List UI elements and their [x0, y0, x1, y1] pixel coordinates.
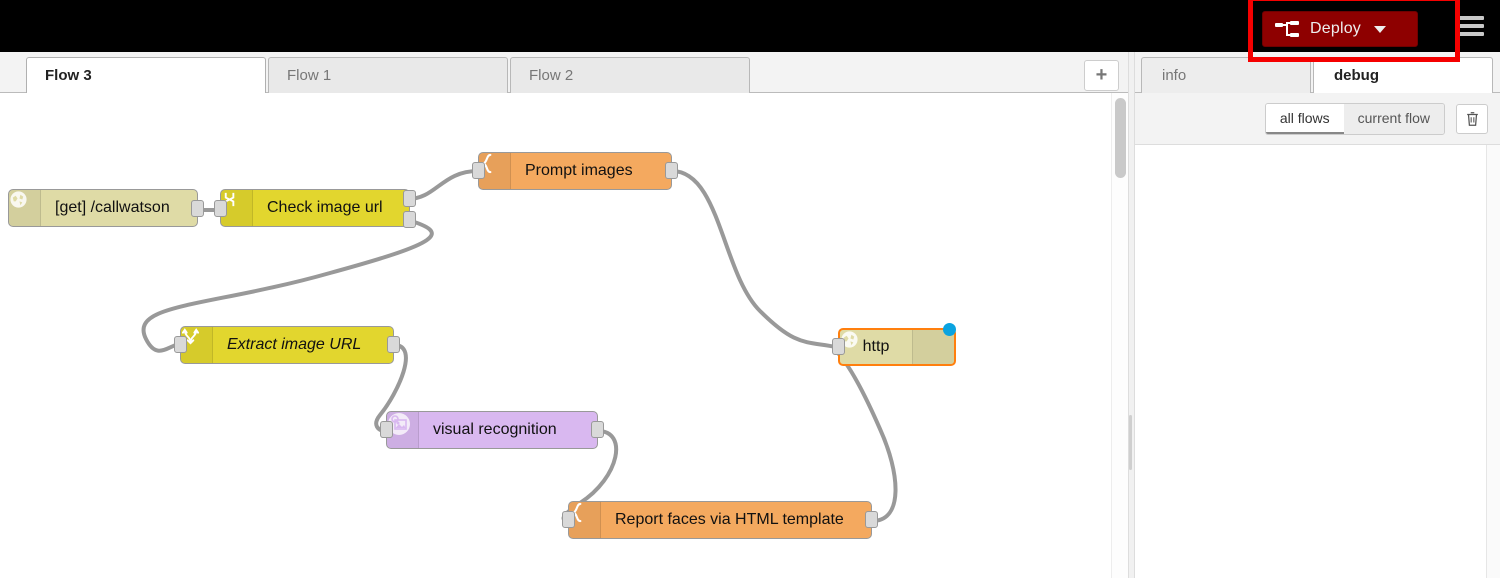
- node-change-extract-image-url[interactable]: Extract image URL: [180, 326, 394, 364]
- sidebar-tab-info[interactable]: info: [1141, 57, 1311, 93]
- node-output-port[interactable]: [591, 421, 604, 438]
- node-label: visual recognition: [433, 421, 557, 438]
- node-label: Check image url: [267, 199, 383, 216]
- node-switch-check-image-url[interactable]: Check image url: [220, 189, 410, 227]
- flow-tab-flow-1[interactable]: Flow 1: [268, 57, 508, 93]
- node-output-port[interactable]: [665, 162, 678, 179]
- node-red-editor: Deploy Flow 3 Flow 1 Flow 2 + [get] /cal…: [0, 0, 1500, 578]
- flow-canvas[interactable]: [get] /callwatson Check image url Prompt…: [0, 93, 1110, 578]
- debug-scrollbar[interactable]: [1487, 145, 1500, 578]
- node-http-response[interactable]: http: [838, 328, 956, 366]
- plus-icon: +: [1095, 64, 1108, 86]
- app-header: Deploy: [0, 0, 1500, 52]
- sidebar-tab-label: debug: [1334, 67, 1379, 84]
- node-label: [get] /callwatson: [55, 199, 170, 216]
- canvas-vertical-scrollbar[interactable]: [1111, 93, 1128, 578]
- deploy-button[interactable]: Deploy: [1262, 11, 1418, 47]
- wire-switch-to-prompt: [406, 169, 480, 201]
- clear-debug-button[interactable]: [1456, 103, 1488, 134]
- node-label: Extract image URL: [227, 336, 362, 353]
- trash-icon: [1466, 111, 1478, 126]
- deploy-button-label: Deploy: [1310, 20, 1362, 37]
- flow-tab-bar: Flow 3 Flow 1 Flow 2: [0, 52, 1130, 93]
- node-input-port[interactable]: [472, 162, 485, 179]
- node-http-in-callwatson[interactable]: [get] /callwatson: [8, 189, 198, 227]
- node-output-port[interactable]: [865, 511, 878, 528]
- node-status-dot: [943, 323, 956, 336]
- debug-message-list[interactable]: [1135, 145, 1487, 578]
- hamburger-menu-icon[interactable]: [1459, 16, 1484, 36]
- node-output-port[interactable]: [191, 200, 204, 217]
- debug-filter-all-flows[interactable]: all flows: [1265, 103, 1344, 134]
- sidebar: info debug all flows current flow: [1135, 52, 1500, 578]
- node-label: Report faces via HTML template: [615, 511, 844, 528]
- node-output-port-2[interactable]: [403, 211, 416, 228]
- debug-filter-group: all flows current flow: [1264, 102, 1445, 135]
- node-output-port[interactable]: [387, 336, 400, 353]
- node-input-port[interactable]: [562, 511, 575, 528]
- sidebar-tab-label: info: [1162, 67, 1187, 84]
- node-watson-visual-recognition[interactable]: visual recognition: [386, 411, 598, 449]
- panel-divider[interactable]: [1128, 52, 1135, 578]
- node-input-port[interactable]: [174, 336, 187, 353]
- debug-toolbar: all flows current flow: [1135, 93, 1500, 145]
- flow-tab-label: Flow 3: [45, 67, 92, 84]
- add-flow-tab-button[interactable]: +: [1084, 60, 1119, 91]
- wire-report-to-http: [834, 349, 898, 523]
- deploy-flow-icon: [1275, 21, 1299, 37]
- sidebar-tab-debug[interactable]: debug: [1313, 57, 1493, 93]
- panel-resize-grip[interactable]: [1129, 415, 1132, 470]
- debug-filter-current-flow[interactable]: current flow: [1343, 103, 1444, 134]
- globe-icon: [9, 190, 41, 226]
- flow-tab-flow-3[interactable]: Flow 3: [26, 57, 266, 93]
- flow-tab-label: Flow 1: [287, 67, 332, 84]
- node-label: Prompt images: [525, 162, 633, 179]
- sidebar-tab-bar: info debug: [1135, 52, 1500, 93]
- node-template-prompt-images[interactable]: Prompt images: [478, 152, 672, 190]
- node-template-report-faces[interactable]: Report faces via HTML template: [568, 501, 872, 539]
- scrollbar-thumb[interactable]: [1115, 98, 1126, 178]
- node-input-port[interactable]: [380, 421, 393, 438]
- wire-prompt-to-http: [670, 169, 838, 349]
- chevron-down-icon[interactable]: [1374, 25, 1387, 33]
- node-input-port[interactable]: [214, 200, 227, 217]
- node-output-port-1[interactable]: [403, 190, 416, 207]
- node-input-port[interactable]: [832, 338, 845, 355]
- flow-tab-flow-2[interactable]: Flow 2: [510, 57, 750, 93]
- flow-tab-label: Flow 2: [529, 67, 574, 84]
